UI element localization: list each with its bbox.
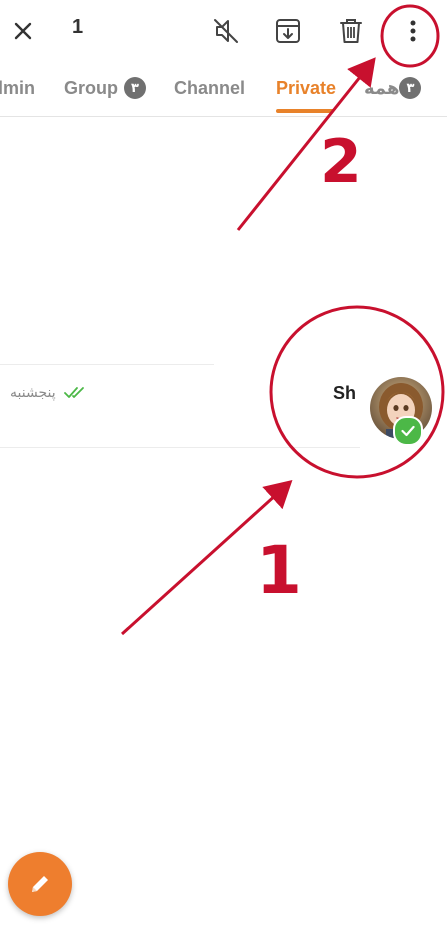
tab-private[interactable]: Private — [276, 62, 336, 114]
folder-tabs: lmin Group ٣ Channel Private همه ٣ — [0, 62, 447, 117]
tab-label: همه — [364, 77, 400, 98]
tab-label: Private — [276, 77, 337, 98]
annotation-overlay — [120, 4, 445, 636]
compose-button[interactable] — [8, 852, 72, 916]
close-icon — [14, 22, 32, 40]
tab-channel[interactable]: Channel — [174, 62, 245, 114]
archive-icon — [276, 19, 300, 43]
chat-name: Sh — [333, 383, 357, 403]
selection-toolbar: 1 — [0, 0, 447, 62]
tab-label: lmin — [0, 77, 36, 98]
tab-all[interactable]: همه ٣ — [364, 62, 427, 114]
tab-group[interactable]: Group ٣ — [64, 62, 146, 114]
chat-date: پنجشنبه — [10, 384, 56, 400]
chat-list-screen: 1 lmin Group ٣ Channel Private همه ٣ پنج… — [0, 0, 447, 931]
mute-icon — [214, 19, 238, 43]
double-check-icon — [64, 387, 84, 398]
close-selection-button[interactable] — [2, 10, 44, 52]
more-options-button[interactable] — [392, 10, 434, 52]
delete-icon — [340, 19, 362, 43]
delete-button[interactable] — [330, 10, 372, 52]
tab-admin[interactable]: lmin — [0, 62, 35, 114]
unread-badge: ٣ — [124, 77, 146, 99]
selected-count: 1 — [72, 16, 84, 38]
pencil-icon — [32, 876, 48, 892]
step-number-1: 1 — [256, 532, 302, 609]
archive-button[interactable] — [267, 10, 309, 52]
check-icon — [401, 425, 415, 437]
active-tab-indicator — [276, 109, 334, 113]
tab-label: Channel — [174, 77, 246, 98]
more-vertical-icon — [410, 20, 416, 42]
step-number-2: 2 — [320, 127, 362, 197]
tab-label: Group — [64, 77, 118, 98]
selected-check-badge — [393, 416, 423, 446]
mute-button[interactable] — [205, 10, 247, 52]
unread-badge: ٣ — [399, 77, 422, 99]
